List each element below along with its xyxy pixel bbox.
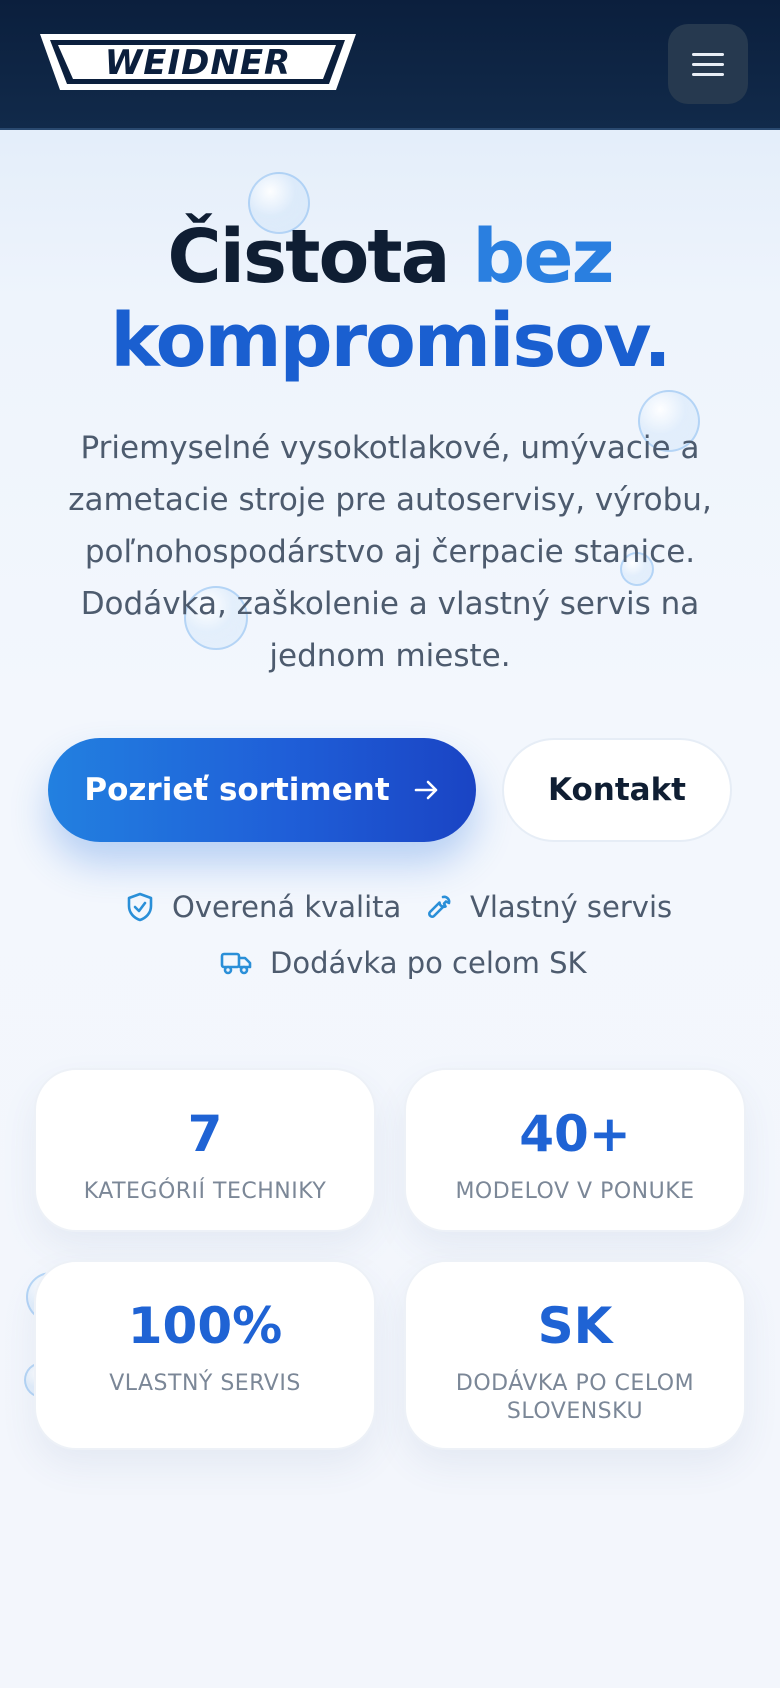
hero-title-accent: bez	[472, 214, 614, 300]
stat-card-models: 40+ MODELOV V PONUKE	[404, 1068, 746, 1232]
stat-label: VLASTNÝ SERVIS	[109, 1371, 301, 1396]
subtitle-line: jednom mieste.	[269, 638, 511, 674]
stat-label: KATEGÓRIÍ TECHNIKY	[83, 1179, 327, 1204]
contact-button[interactable]: Kontakt	[502, 738, 732, 842]
contact-label: Kontakt	[547, 772, 687, 808]
subtitle-line: Priemyselné vysokotlakové, umývacie a	[80, 430, 700, 466]
stat-value: 7	[187, 1105, 223, 1163]
weidner-logo[interactable]: WEIDNER	[36, 30, 360, 102]
feature-label: Overená kvalita	[172, 890, 402, 924]
hamburger-icon-line	[692, 62, 724, 66]
feature-quality: Overená kvalita	[126, 890, 401, 924]
view-products-label: Pozrieť sortiment	[84, 772, 390, 808]
hamburger-icon-line	[692, 72, 724, 76]
hero-title-line2: kompromisov.	[110, 298, 671, 384]
shield-check-icon	[127, 892, 153, 922]
stat-value: SK	[537, 1297, 613, 1355]
menu-button[interactable]	[668, 24, 748, 104]
hamburger-icon	[692, 52, 724, 56]
wrench-icon	[428, 895, 451, 919]
subtitle-line: poľnohospodárstvo aj čerpacie stanice.	[84, 534, 696, 570]
site-header: WEIDNER	[0, 0, 780, 130]
stat-card-delivery: SK DODÁVKA PO CELOM SLOVENSKU	[404, 1260, 746, 1450]
subtitle-line: zametacie stroje pre autoservisy, výrobu…	[68, 482, 712, 518]
stat-card-categories: 7 KATEGÓRIÍ TECHNIKY	[34, 1068, 376, 1232]
feature-delivery: Dodávka po celom SK	[220, 946, 587, 980]
view-products-button[interactable]: Pozrieť sortiment	[48, 738, 476, 842]
feature-label: Dodávka po celom SK	[270, 946, 587, 980]
stat-value: 40+	[519, 1105, 631, 1163]
hero-subtitle: Priemyselné vysokotlakové, umývacie a za…	[60, 422, 720, 682]
subtitle-line: Dodávka, zaškolenie a vlastný servis na	[80, 586, 700, 622]
stat-card-service: 100% VLASTNÝ SERVIS	[34, 1260, 376, 1450]
hero-title: Čistota bez kompromisov.	[0, 215, 780, 383]
hero-title-dark: Čistota	[167, 214, 450, 300]
arrow-right-icon	[414, 780, 437, 800]
truck-icon	[220, 952, 252, 975]
feature-label: Vlastný servis	[470, 890, 673, 924]
stat-value: 100%	[127, 1297, 283, 1355]
svg-text:WEIDNER: WEIDNER	[105, 43, 291, 83]
stat-label: MODELOV V PONUKE	[455, 1179, 695, 1204]
feature-service: Vlastný servis	[426, 890, 672, 924]
stat-label: DODÁVKA PO CELOM SLOVENSKU	[455, 1371, 695, 1424]
